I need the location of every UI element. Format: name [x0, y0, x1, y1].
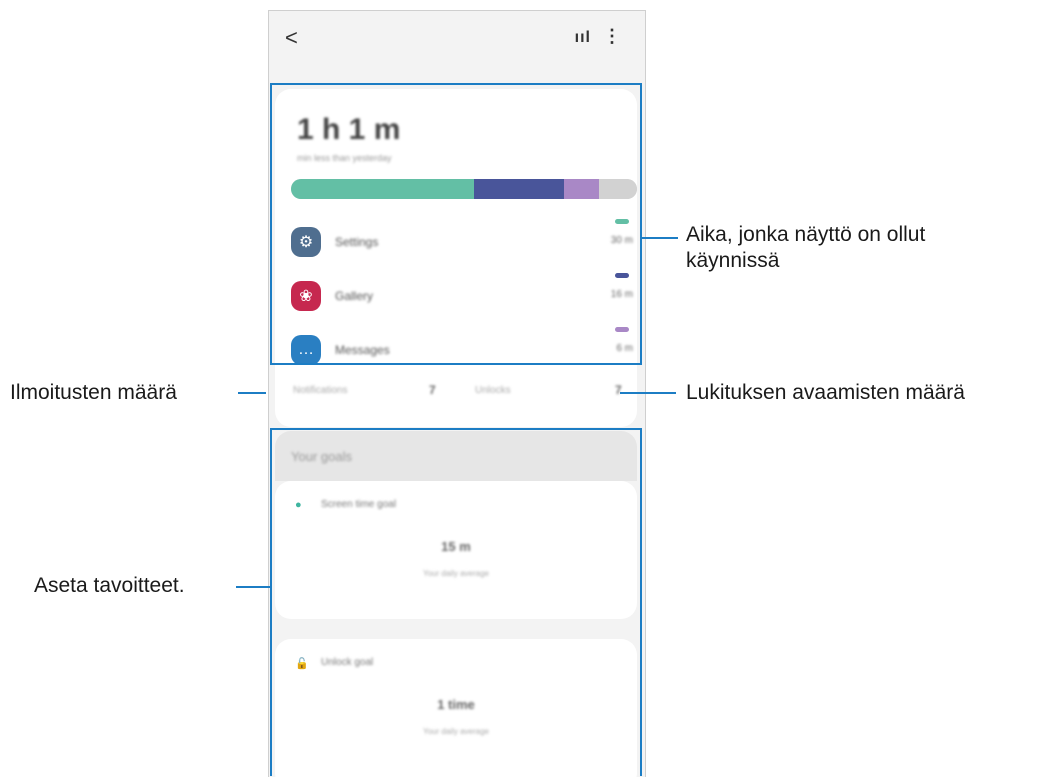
unlocks-count: 7 [615, 383, 622, 397]
notifications-count: 7 [429, 383, 436, 397]
goals-annotation: Aseta tavoitteet. [34, 574, 185, 597]
goals-frame [270, 428, 642, 776]
notifications-label: Notifications [293, 385, 348, 396]
back-arrow-icon[interactable]: < [285, 25, 298, 51]
unlocks-label: Unlocks [475, 385, 511, 396]
top-app-bar: < ııl ⋮ [269, 11, 645, 69]
unlocks-annotation: Lukituksen avaamisten määrä [686, 381, 965, 404]
screen-time-callout-line [642, 237, 678, 239]
stats-row: Notifications 7 Unlocks 7 [275, 363, 637, 427]
notifications-annotation: Ilmoitusten määrä [10, 381, 177, 404]
more-options-icon[interactable]: ⋮ [603, 26, 621, 47]
screen-time-frame [270, 83, 642, 365]
unlocks-callout-line [620, 392, 676, 394]
screen-time-annotation: Aika, jonka näyttö on ollut käynnissä [686, 223, 926, 272]
notifications-callout-line [238, 392, 266, 394]
goals-callout-line [236, 586, 270, 588]
chart-icon[interactable]: ııl [575, 29, 591, 47]
